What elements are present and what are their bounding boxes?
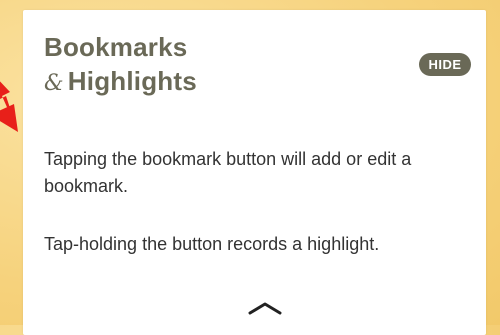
panel-title: Bookmarks & Highlights <box>44 30 197 101</box>
title-line-2-text: Highlights <box>67 66 197 96</box>
title-line-1: Bookmarks <box>44 32 188 62</box>
title-ampersand: & <box>44 71 64 96</box>
chevron-up-icon[interactable] <box>247 300 283 316</box>
hide-button[interactable]: HIDE <box>419 53 471 76</box>
instruction-paragraph-2: Tap-holding the button records a highlig… <box>44 234 380 254</box>
bookmarks-highlights-panel: Bookmarks & Highlights HIDE Tapping the b… <box>23 10 486 335</box>
title-line-2: & Highlights <box>44 64 197 101</box>
instruction-paragraph-1: Tapping the bookmark button will add or … <box>44 149 412 196</box>
